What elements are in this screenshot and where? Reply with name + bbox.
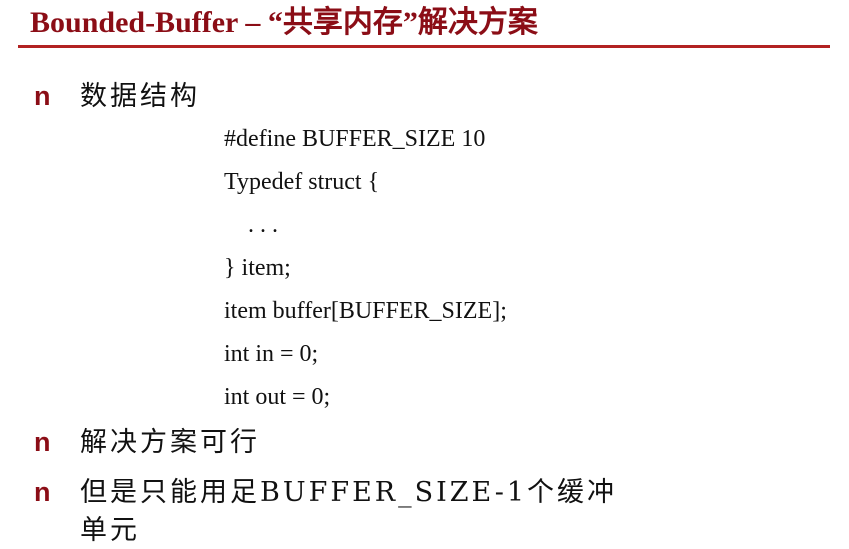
- bullet-feasible: n 解决方案可行: [34, 420, 260, 459]
- bullet-data-structure: n 数据结构: [34, 74, 200, 113]
- code-line: item buffer[BUFFER_SIZE];: [224, 298, 507, 324]
- code-line: . . .: [224, 212, 278, 238]
- bullet-marker: n: [34, 477, 51, 507]
- code-line: } item;: [224, 255, 291, 281]
- bullet-marker: n: [34, 427, 51, 457]
- bullet-text: 数据结构: [80, 81, 200, 112]
- bullet-marker: n: [34, 81, 51, 111]
- code-line: Typedef struct {: [224, 169, 380, 195]
- code-line: int out = 0;: [224, 384, 331, 410]
- code-line: int in = 0;: [224, 341, 319, 367]
- slide: Bounded-Buffer – “共享内存”解决方案 n 数据结构 #defi…: [0, 0, 849, 549]
- slide-title: Bounded-Buffer – “共享内存”解决方案: [30, 6, 538, 39]
- bullet-limitation: n 但是只能用足BUFFER_SIZE-1个缓冲: [34, 470, 617, 509]
- code-line: #define BUFFER_SIZE 10: [224, 126, 486, 152]
- title-underline: [18, 45, 830, 48]
- bullet-text: 解决方案可行: [80, 427, 260, 458]
- bullet-continuation: 单元: [80, 515, 140, 546]
- bullet-text: 但是只能用足BUFFER_SIZE-1个缓冲: [80, 477, 618, 508]
- code-block: #define BUFFER_SIZE 10 Typedef struct { …: [224, 118, 784, 419]
